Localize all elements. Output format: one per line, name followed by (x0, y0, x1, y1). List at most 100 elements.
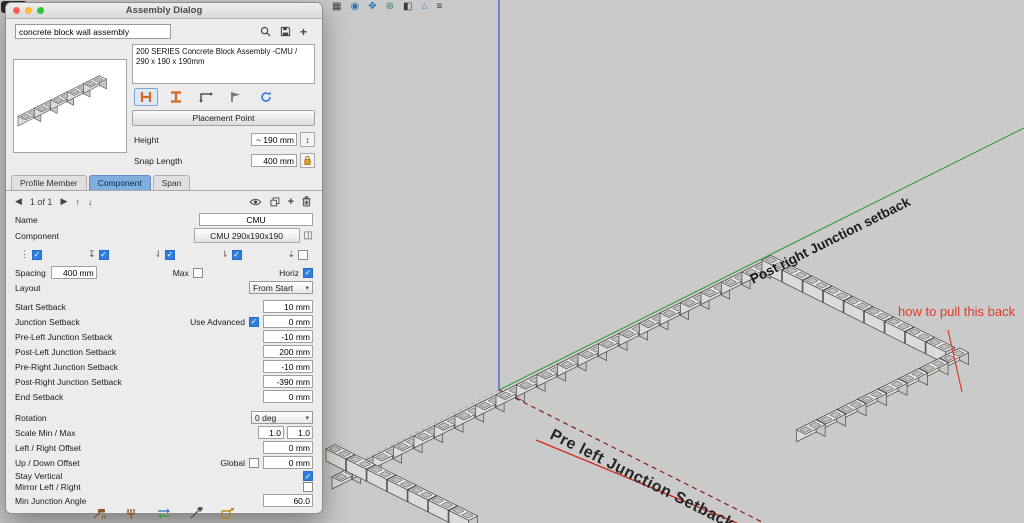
tab-component[interactable]: Component (88, 175, 151, 190)
chevron-down-icon: ▾ (305, 284, 309, 292)
component-select-button[interactable]: CMU 290x190x190 (193, 228, 300, 243)
max-label: Max (172, 267, 189, 278)
add-assembly-icon[interactable]: + (300, 25, 307, 39)
mirror-checkbox[interactable] (303, 482, 313, 492)
search-icon[interactable] (260, 26, 271, 37)
pull-back-annotation: how to pull this back (898, 304, 1016, 319)
dialog-titlebar[interactable]: Assembly Dialog (6, 3, 322, 19)
eyedropper-tool-icon[interactable] (188, 507, 204, 520)
move-up-button[interactable]: ↑ (75, 197, 80, 207)
pre-left-junction-setback-label: Pre-Left Junction Setback (15, 331, 113, 342)
component-name-input[interactable] (199, 213, 313, 226)
h-profile-icon[interactable] (134, 88, 158, 106)
fork-tool-icon[interactable] (124, 507, 140, 520)
swap-arrows-tool-icon[interactable] (156, 507, 172, 520)
save-icon[interactable] (280, 26, 291, 37)
anchor-center-checkbox[interactable] (298, 249, 308, 260)
add-component-icon[interactable]: + (288, 196, 294, 208)
post-left-junction-setback-label: Post-Left Junction Setback (15, 346, 117, 357)
toolbar-pan-icon[interactable]: ✥ (368, 1, 376, 13)
height-label: Height (134, 134, 159, 145)
duplicate-icon[interactable] (270, 196, 280, 207)
anchor-center-icon: ⇣ (287, 249, 295, 259)
anchor-right-checkbox[interactable]: ✓ (231, 249, 242, 260)
layout-select[interactable]: From Start ▾ (249, 281, 313, 294)
i-beam-icon[interactable] (164, 88, 188, 106)
global-label: Global (220, 457, 245, 468)
lock-icon[interactable] (300, 153, 315, 168)
min-junction-angle-label: Min Junction Angle (15, 495, 87, 506)
toolbar-select-icon[interactable]: ▦ (332, 1, 341, 13)
height-stretch-icon[interactable]: ↕ (300, 132, 315, 147)
up-down-offset-input[interactable] (263, 456, 313, 469)
horiz-label: Horiz (279, 267, 299, 278)
visibility-eye-icon[interactable] (249, 198, 262, 206)
snap-length-label: Snap Length (134, 155, 183, 166)
toolbar-layers-icon[interactable]: ≡ (436, 1, 442, 13)
post-right-junction-setback-input[interactable] (263, 375, 313, 388)
start-setback-input[interactable] (263, 300, 313, 313)
horiz-checkbox[interactable]: ✓ (303, 267, 313, 278)
export-tool-icon[interactable] (220, 507, 236, 520)
corner-path-icon[interactable] (194, 88, 218, 106)
scale-max-input[interactable] (287, 426, 313, 439)
tab-profile-member[interactable]: Profile Member (11, 175, 87, 190)
delete-trash-icon[interactable] (302, 196, 311, 207)
rotation-select-value: 0 deg (255, 412, 277, 423)
anchor-left-checkbox[interactable]: ✓ (165, 249, 175, 260)
anchor-bottom-icon: ↧ (87, 249, 96, 259)
anchor-top-checkbox[interactable]: ✓ (32, 249, 42, 260)
end-setback-input[interactable] (263, 390, 313, 403)
assembly-search-input[interactable] (15, 24, 171, 39)
anchor-top-icon: ⋮ (20, 249, 29, 259)
end-setback-label: End Setback (15, 391, 64, 402)
junction-setback-label: Junction Setback (15, 316, 80, 327)
min-junction-angle-input[interactable] (263, 494, 313, 507)
scale-min-input[interactable] (258, 426, 284, 439)
tab-bar: Profile Member Component Span (6, 175, 322, 191)
toolbar-section-icon[interactable]: ◧ (403, 1, 412, 13)
post-left-junction-setback-input[interactable] (263, 345, 313, 358)
anchor-bottom-checkbox[interactable]: ✓ (98, 249, 109, 260)
left-right-offset-input[interactable] (263, 441, 313, 454)
placement-point-button[interactable]: Placement Point (132, 110, 315, 126)
assembly-description: 200 SERIES Concrete Block Assembly -CMU … (132, 44, 315, 84)
layout-label: Layout (15, 282, 41, 293)
start-setback-label: Start Setback (15, 301, 67, 312)
junction-setback-input[interactable] (263, 315, 313, 328)
pre-right-junction-setback-input[interactable] (263, 360, 313, 373)
dialog-title: Assembly Dialog (125, 5, 203, 16)
prev-component-button[interactable]: ◀ (15, 196, 22, 207)
left-right-offset-label: Left / Right Offset (15, 442, 81, 453)
hammer-tool-icon[interactable] (92, 507, 108, 520)
chevron-down-icon: ▾ (305, 414, 309, 422)
anchor-left-icon: ⇃ (154, 249, 162, 259)
pre-left-junction-setback-input[interactable] (263, 330, 313, 343)
spacing-label: Spacing (15, 267, 46, 278)
rotation-label: Rotation (15, 412, 47, 423)
toolbar-views-icon[interactable]: ⌂ (421, 1, 427, 13)
max-checkbox[interactable] (192, 267, 203, 278)
component-browser-icon[interactable]: ◫ (304, 230, 313, 241)
tab-span[interactable]: Span (152, 175, 191, 190)
anchor-right-icon: ⇂ (220, 249, 229, 259)
move-down-button[interactable]: ↓ (88, 197, 93, 207)
rotation-select[interactable]: 0 deg ▾ (251, 411, 313, 424)
flag-path-icon[interactable] (224, 88, 248, 106)
assembly-preview-thumbnail[interactable] (13, 59, 127, 153)
up-down-offset-label: Up / Down Offset (15, 457, 80, 468)
toolbar-zoom-icon[interactable]: ⊕ (386, 1, 394, 13)
height-input[interactable] (251, 133, 297, 146)
stay-vertical-checkbox[interactable]: ✓ (303, 471, 313, 481)
sync-refresh-icon[interactable] (254, 88, 278, 106)
next-component-button[interactable]: ▶ (60, 196, 67, 207)
page-indicator: 1 of 1 (29, 196, 53, 207)
global-checkbox[interactable] (249, 457, 259, 468)
snap-length-input[interactable] (251, 154, 297, 167)
spacing-input[interactable] (50, 266, 97, 279)
use-advanced-checkbox[interactable]: ✓ (249, 316, 259, 327)
assembly-dialog: Assembly Dialog + (5, 2, 323, 519)
name-label: Name (15, 214, 38, 225)
toolbar-orbit-icon[interactable]: ◉ (350, 1, 359, 13)
post-right-junction-setback-label: Post-Right Junction Setback (15, 376, 122, 387)
